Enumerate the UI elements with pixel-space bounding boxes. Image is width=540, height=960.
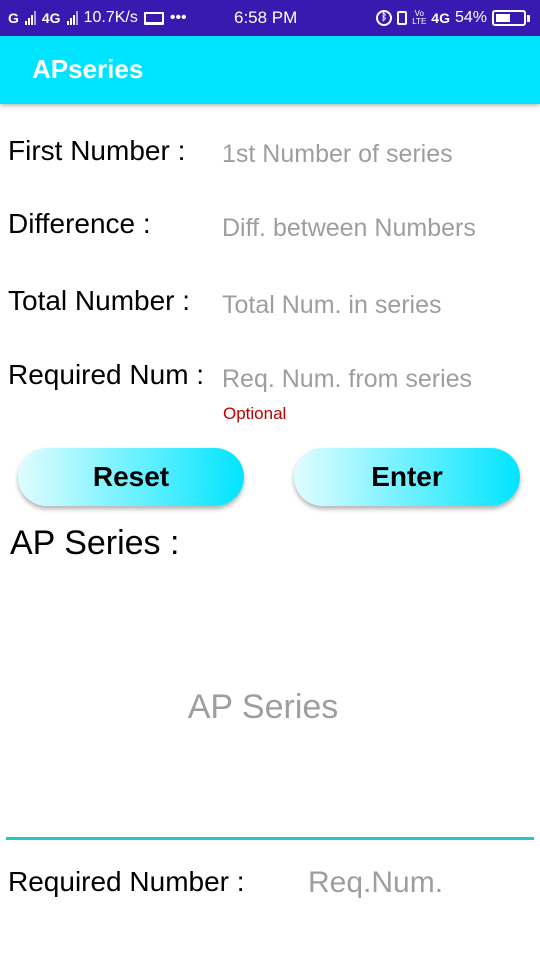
network-type-label: 4G	[41, 10, 61, 26]
difference-label: Difference :	[8, 208, 151, 239]
required-number-output: Req.Num.	[308, 866, 444, 899]
app-title: APseries	[32, 54, 144, 84]
app-bar: APseries	[0, 36, 540, 104]
first-number-input[interactable]	[222, 136, 522, 172]
laptop-icon	[143, 11, 164, 25]
status-right: ᛒ Vo LTE 4G 54%	[376, 0, 530, 36]
required-num-input[interactable]	[222, 361, 522, 397]
enter-button[interactable]: Enter	[294, 448, 520, 506]
ap-series-output: AP Series	[187, 688, 339, 726]
signal-label-g: G	[8, 10, 19, 26]
difference-input[interactable]	[222, 210, 522, 246]
volte-icon: Vo LTE	[412, 9, 427, 26]
more-icon: •••	[169, 9, 187, 26]
net-speed: 10.7K/s	[83, 9, 138, 26]
required-number-label: Required Number :	[8, 866, 245, 897]
ap-series-title: AP Series :	[10, 524, 180, 562]
network-type-label-2: 4G	[431, 10, 450, 26]
status-time: 6:58 PM	[234, 8, 298, 27]
reset-button[interactable]: Reset	[18, 448, 244, 506]
optional-hint: Optional	[223, 404, 287, 423]
signal-icon-2	[66, 11, 78, 25]
status-bar: G 4G 10.7K/s ••• 6:58 PM ᛒ Vo LTE 4G 54%	[0, 0, 540, 36]
battery-icon	[492, 10, 530, 26]
status-left: G 4G 10.7K/s •••	[8, 0, 187, 36]
vibrate-icon	[397, 11, 408, 25]
total-number-input[interactable]	[222, 287, 522, 323]
required-num-label: Required Num :	[8, 359, 205, 390]
divider	[6, 837, 534, 840]
bluetooth-icon: ᛒ	[376, 10, 393, 26]
signal-icon	[24, 11, 36, 25]
first-number-label: First Number :	[8, 135, 186, 166]
total-number-label: Total Number :	[8, 285, 191, 316]
battery-percent: 54%	[454, 9, 487, 26]
